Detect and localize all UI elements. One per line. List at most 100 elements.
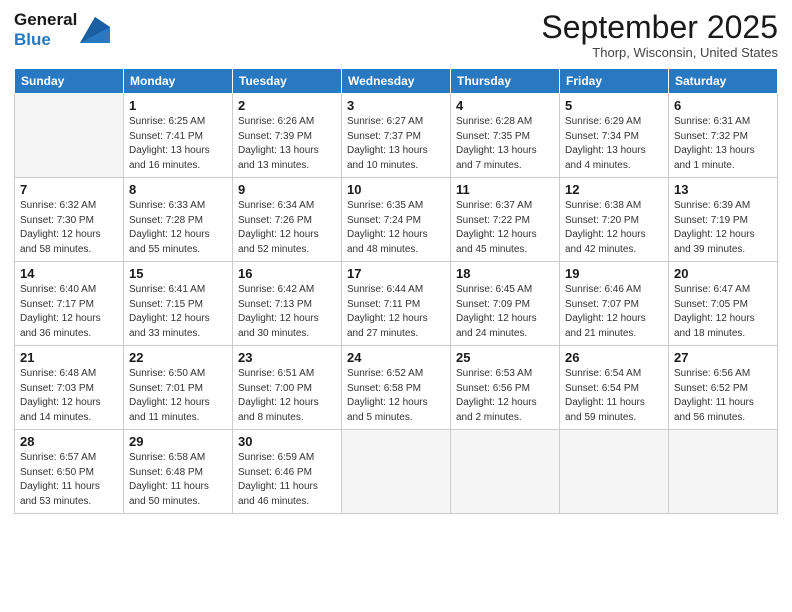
col-sunday: Sunday: [15, 69, 124, 94]
day-info: Sunrise: 6:42 AMSunset: 7:13 PMDaylight:…: [238, 283, 336, 341]
calendar-cell: 23 Sunrise: 6:51 AMSunset: 7:00 PMDayligh…: [233, 346, 342, 430]
col-wednesday: Wednesday: [342, 69, 451, 94]
day-number: 13: [674, 182, 772, 197]
day-number: 6: [674, 98, 772, 113]
day-number: 4: [456, 98, 554, 113]
logo: General Blue: [14, 10, 110, 49]
calendar-cell: 28 Sunrise: 6:57 AMSunset: 6:50 PMDayligh…: [15, 430, 124, 514]
day-info: Sunrise: 6:52 AMSunset: 6:58 PMDaylight:…: [347, 367, 445, 425]
day-info: Sunrise: 6:53 AMSunset: 6:56 PMDaylight:…: [456, 367, 554, 425]
day-number: 24: [347, 350, 445, 365]
calendar-cell: 6 Sunrise: 6:31 AMSunset: 7:32 PMDaylight…: [669, 94, 778, 178]
calendar-cell: 29Sunrise: 6:58 AMSunset: 6:48 PMDayligh…: [124, 430, 233, 514]
day-number: 25: [456, 350, 554, 365]
day-info: Sunrise: 6:41 AMSunset: 7:15 PMDaylight:…: [129, 283, 227, 341]
calendar-cell: 20 Sunrise: 6:47 AMSunset: 7:05 PMDayligh…: [669, 262, 778, 346]
day-number: 30: [238, 434, 336, 449]
calendar-cell: [15, 94, 124, 178]
day-number: 8: [129, 182, 227, 197]
header-row: Sunday Monday Tuesday Wednesday Thursday…: [15, 69, 778, 94]
day-info: Sunrise: 6:50 AMSunset: 7:01 PMDaylight:…: [129, 367, 227, 425]
calendar-cell: [560, 430, 669, 514]
calendar-week-4: 21 Sunrise: 6:48 AMSunset: 7:03 PMDayligh…: [15, 346, 778, 430]
calendar-cell: 1Sunrise: 6:25 AMSunset: 7:41 PMDaylight…: [124, 94, 233, 178]
col-monday: Monday: [124, 69, 233, 94]
day-number: 2: [238, 98, 336, 113]
day-info: Sunrise: 6:48 AMSunset: 7:03 PMDaylight:…: [20, 367, 118, 425]
calendar-cell: 17 Sunrise: 6:44 AMSunset: 7:11 PMDayligh…: [342, 262, 451, 346]
day-info: Sunrise: 6:51 AMSunset: 7:00 PMDaylight:…: [238, 367, 336, 425]
col-thursday: Thursday: [451, 69, 560, 94]
day-info: Sunrise: 6:31 AMSunset: 7:32 PMDaylight:…: [674, 115, 772, 173]
calendar-week-1: 1Sunrise: 6:25 AMSunset: 7:41 PMDaylight…: [15, 94, 778, 178]
logo-line2: Blue: [14, 30, 77, 50]
calendar-cell: [669, 430, 778, 514]
calendar-cell: 24 Sunrise: 6:52 AMSunset: 6:58 PMDayligh…: [342, 346, 451, 430]
day-number: 15: [129, 266, 227, 281]
day-info: Sunrise: 6:25 AMSunset: 7:41 PMDaylight:…: [129, 115, 227, 173]
day-info: Sunrise: 6:47 AMSunset: 7:05 PMDaylight:…: [674, 283, 772, 341]
day-info: Sunrise: 6:38 AMSunset: 7:20 PMDaylight:…: [565, 199, 663, 257]
day-info: Sunrise: 6:40 AMSunset: 7:17 PMDaylight:…: [20, 283, 118, 341]
day-number: 3: [347, 98, 445, 113]
day-info: Sunrise: 6:45 AMSunset: 7:09 PMDaylight:…: [456, 283, 554, 341]
calendar-cell: [451, 430, 560, 514]
day-info: Sunrise: 6:33 AMSunset: 7:28 PMDaylight:…: [129, 199, 227, 257]
day-number: 17: [347, 266, 445, 281]
calendar-cell: [342, 430, 451, 514]
page-container: General Blue September 2025 Thorp, Wisco…: [0, 0, 792, 524]
day-number: 28: [20, 434, 118, 449]
day-info: Sunrise: 6:54 AMSunset: 6:54 PMDaylight:…: [565, 367, 663, 425]
day-number: 18: [456, 266, 554, 281]
calendar-cell: 14 Sunrise: 6:40 AMSunset: 7:17 PMDayligh…: [15, 262, 124, 346]
calendar-table: Sunday Monday Tuesday Wednesday Thursday…: [14, 68, 778, 514]
calendar-cell: 8 Sunrise: 6:33 AMSunset: 7:28 PMDaylight…: [124, 178, 233, 262]
day-info: Sunrise: 6:35 AMSunset: 7:24 PMDaylight:…: [347, 199, 445, 257]
calendar-cell: 11 Sunrise: 6:37 AMSunset: 7:22 PMDayligh…: [451, 178, 560, 262]
day-number: 29: [129, 434, 227, 449]
day-info: Sunrise: 6:32 AMSunset: 7:30 PMDaylight:…: [20, 199, 118, 257]
calendar-cell: 26 Sunrise: 6:54 AMSunset: 6:54 PMDayligh…: [560, 346, 669, 430]
month-title: September 2025: [541, 10, 778, 45]
day-number: 22: [129, 350, 227, 365]
calendar-cell: 16Sunrise: 6:42 AMSunset: 7:13 PMDayligh…: [233, 262, 342, 346]
day-number: 23: [238, 350, 336, 365]
calendar-cell: 30 Sunrise: 6:59 AMSunset: 6:46 PMDayligh…: [233, 430, 342, 514]
day-info: Sunrise: 6:34 AMSunset: 7:26 PMDaylight:…: [238, 199, 336, 257]
day-number: 19: [565, 266, 663, 281]
day-number: 9: [238, 182, 336, 197]
header: General Blue September 2025 Thorp, Wisco…: [14, 10, 778, 60]
calendar-cell: 22 Sunrise: 6:50 AMSunset: 7:01 PMDayligh…: [124, 346, 233, 430]
day-number: 21: [20, 350, 118, 365]
day-number: 5: [565, 98, 663, 113]
calendar-week-5: 28 Sunrise: 6:57 AMSunset: 6:50 PMDayligh…: [15, 430, 778, 514]
day-info: Sunrise: 6:57 AMSunset: 6:50 PMDaylight:…: [20, 451, 118, 509]
day-info: Sunrise: 6:44 AMSunset: 7:11 PMDaylight:…: [347, 283, 445, 341]
day-info: Sunrise: 6:29 AMSunset: 7:34 PMDaylight:…: [565, 115, 663, 173]
day-number: 14: [20, 266, 118, 281]
day-info: Sunrise: 6:59 AMSunset: 6:46 PMDaylight:…: [238, 451, 336, 509]
location: Thorp, Wisconsin, United States: [541, 45, 778, 60]
calendar-cell: 2 Sunrise: 6:26 AMSunset: 7:39 PMDaylight…: [233, 94, 342, 178]
col-tuesday: Tuesday: [233, 69, 342, 94]
calendar-cell: 7 Sunrise: 6:32 AMSunset: 7:30 PMDaylight…: [15, 178, 124, 262]
day-info: Sunrise: 6:28 AMSunset: 7:35 PMDaylight:…: [456, 115, 554, 173]
calendar-cell: 18 Sunrise: 6:45 AMSunset: 7:09 PMDayligh…: [451, 262, 560, 346]
day-number: 10: [347, 182, 445, 197]
calendar-cell: 5 Sunrise: 6:29 AMSunset: 7:34 PMDaylight…: [560, 94, 669, 178]
calendar-week-2: 7 Sunrise: 6:32 AMSunset: 7:30 PMDaylight…: [15, 178, 778, 262]
calendar-week-3: 14 Sunrise: 6:40 AMSunset: 7:17 PMDayligh…: [15, 262, 778, 346]
day-info: Sunrise: 6:56 AMSunset: 6:52 PMDaylight:…: [674, 367, 772, 425]
day-number: 7: [20, 182, 118, 197]
day-number: 27: [674, 350, 772, 365]
day-number: 20: [674, 266, 772, 281]
calendar-cell: 15 Sunrise: 6:41 AMSunset: 7:15 PMDayligh…: [124, 262, 233, 346]
day-number: 11: [456, 182, 554, 197]
calendar-cell: 21 Sunrise: 6:48 AMSunset: 7:03 PMDayligh…: [15, 346, 124, 430]
day-info: Sunrise: 6:26 AMSunset: 7:39 PMDaylight:…: [238, 115, 336, 173]
day-info: Sunrise: 6:46 AMSunset: 7:07 PMDaylight:…: [565, 283, 663, 341]
calendar-cell: 19 Sunrise: 6:46 AMSunset: 7:07 PMDayligh…: [560, 262, 669, 346]
day-number: 26: [565, 350, 663, 365]
title-block: September 2025 Thorp, Wisconsin, United …: [541, 10, 778, 60]
day-info: Sunrise: 6:37 AMSunset: 7:22 PMDaylight:…: [456, 199, 554, 257]
